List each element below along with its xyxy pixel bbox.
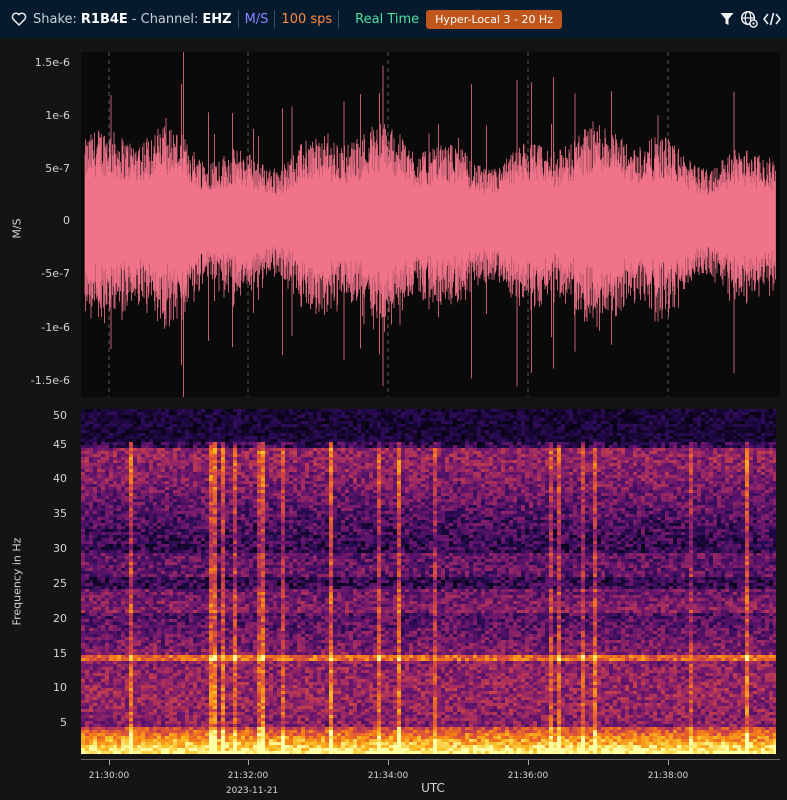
waveform-svg [84, 52, 776, 397]
y-tick: 15 [7, 647, 67, 660]
x-tick-label: 21:38:00 [638, 771, 698, 781]
x-tick-mark [388, 760, 389, 765]
x-tick-mark [248, 760, 249, 765]
filter-badge[interactable]: Hyper-Local 3 - 20 Hz [426, 9, 562, 29]
globe-gear-icon[interactable] [740, 10, 758, 28]
x-tick-label: 21:32:00 [218, 771, 278, 781]
shake-label: Shake: [33, 12, 77, 27]
divider [338, 10, 340, 28]
x-tick-mark [528, 760, 529, 765]
y-tick: -5e-7 [10, 267, 70, 280]
y-tick: 35 [7, 507, 67, 520]
channel-label: - Channel: [132, 12, 199, 27]
x-tick-mark [668, 760, 669, 765]
heart-icon[interactable] [11, 11, 27, 27]
waveform-trace [84, 52, 776, 397]
y-tick: 1e-6 [10, 109, 70, 122]
spectrogram-y-label: Frequency in Hz [11, 532, 24, 632]
y-tick: 45 [7, 438, 67, 451]
x-tick-label: 21:36:00 [498, 771, 558, 781]
sample-rate: 100 sps [281, 12, 332, 27]
y-tick: 10 [7, 681, 67, 694]
spectrogram-plot[interactable] [81, 409, 776, 754]
spectrogram-svg [81, 409, 776, 754]
code-icon[interactable] [763, 11, 781, 27]
y-tick: -1.5e-6 [10, 374, 70, 387]
toolbar: Shake: R1B4E - Channel: EHZ M/S 100 sps … [0, 0, 787, 38]
divider [274, 10, 276, 28]
x-tick-label: 21:30:00 [79, 771, 139, 781]
shake-id: R1B4E [81, 12, 128, 27]
divider [237, 10, 239, 28]
x-tick-mark [109, 760, 110, 765]
x-axis-date: 2023-11-21 [212, 786, 292, 796]
x-axis-label: UTC [403, 781, 463, 795]
waveform-plot[interactable] [81, 52, 780, 397]
y-tick: 50 [7, 409, 67, 422]
realtime-mode[interactable]: Real Time [355, 12, 419, 27]
x-tick-label: 21:34:00 [358, 771, 418, 781]
units-toggle[interactable]: M/S [245, 12, 269, 27]
filter-icon[interactable] [719, 11, 735, 27]
y-tick: 1.5e-6 [10, 56, 70, 69]
channel-id: EHZ [202, 12, 231, 27]
waveform-y-label: M/S [11, 214, 24, 244]
y-tick: 40 [7, 472, 67, 485]
y-tick: 5e-7 [10, 162, 70, 175]
y-tick: 5 [7, 716, 67, 729]
y-tick: -1e-6 [10, 321, 70, 334]
x-axis-line [81, 759, 780, 760]
